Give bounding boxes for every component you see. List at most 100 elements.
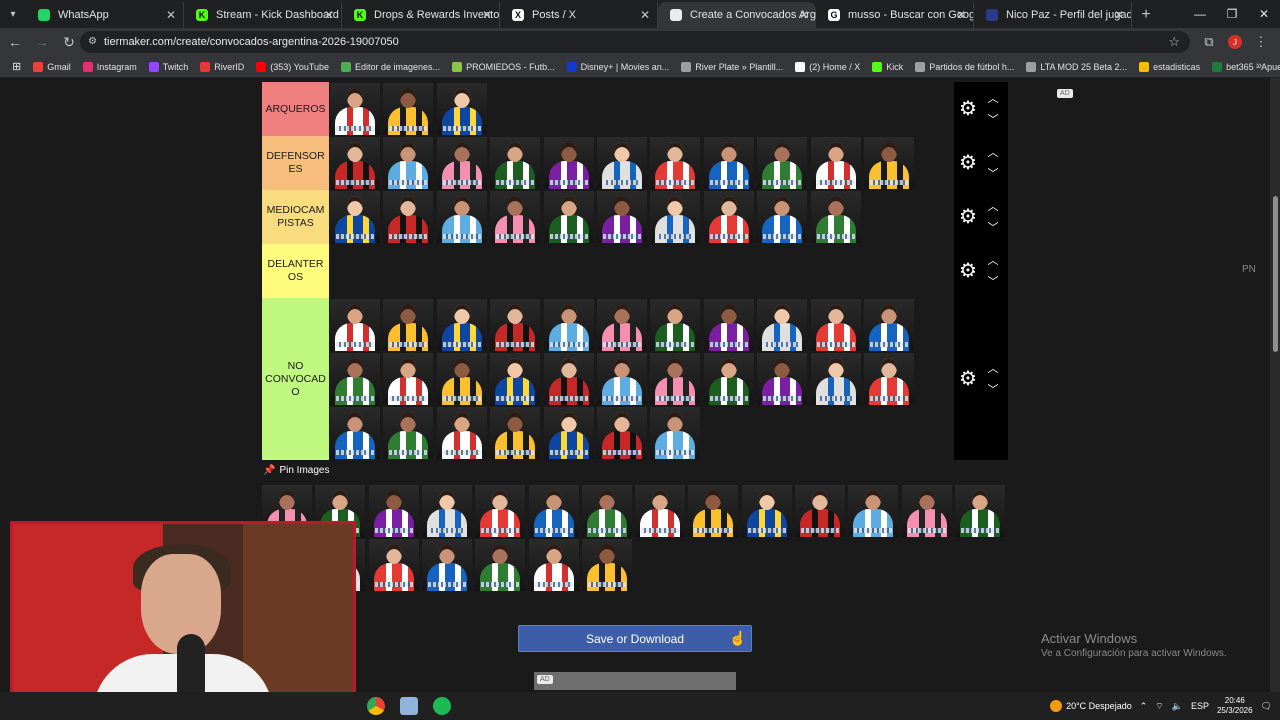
tier-label[interactable]: ARQUEROS: [262, 82, 329, 136]
player-card[interactable]: [436, 83, 487, 135]
reload-icon[interactable]: ↻: [57, 30, 81, 54]
bookmark-item[interactable]: PROMIEDOS - Futb...: [446, 61, 561, 72]
bookmark-item[interactable]: RiverID: [194, 61, 250, 72]
player-card[interactable]: [383, 137, 434, 189]
files-taskbar-icon[interactable]: [400, 697, 418, 715]
bookmark-item[interactable]: Twitch: [143, 61, 195, 72]
bookmark-item[interactable]: River Plate » Plantill...: [675, 61, 789, 72]
player-card[interactable]: [490, 137, 541, 189]
minimize-icon[interactable]: —: [1184, 0, 1216, 28]
tab-close-icon[interactable]: ✕: [956, 8, 966, 22]
tier-drop-zone[interactable]: [329, 82, 954, 136]
restore-icon[interactable]: ❐: [1216, 0, 1248, 28]
player-card[interactable]: [650, 353, 701, 405]
tab-close-icon[interactable]: ✕: [166, 8, 176, 22]
bookmark-item[interactable]: (2) Home / X: [789, 61, 866, 72]
tier-move-up-icon[interactable]: ︿: [986, 144, 1000, 160]
tier-settings-icon[interactable]: ⚙: [958, 261, 978, 281]
player-card[interactable]: [810, 137, 861, 189]
volume-icon[interactable]: 🔈: [1172, 701, 1183, 712]
tier-drop-zone[interactable]: [329, 244, 954, 298]
apps-icon[interactable]: ⊞: [6, 60, 27, 73]
bookmark-item[interactable]: bet365 - Apuestas d...: [1206, 61, 1280, 72]
tier-move-up-icon[interactable]: ︿: [986, 90, 1000, 106]
bookmark-item[interactable]: Disney+ | Movies an...: [561, 61, 676, 72]
tier-move-up-icon[interactable]: ︿: [986, 198, 1000, 214]
tier-settings-icon[interactable]: ⚙: [958, 207, 978, 227]
player-card[interactable]: [330, 83, 380, 135]
player-card[interactable]: [864, 299, 914, 351]
tier-move-down-icon[interactable]: ﹀: [986, 165, 1000, 181]
bookmark-item[interactable]: LTA MOD 25 Beta 2...: [1020, 61, 1133, 72]
player-card[interactable]: [330, 299, 380, 351]
tier-label[interactable]: NO CONVOCAD O: [262, 298, 329, 460]
player-card[interactable]: [650, 191, 701, 243]
tab-0[interactable]: WhatsApp ✕: [26, 2, 184, 28]
new-tab-button[interactable]: +: [1132, 2, 1160, 28]
player-card[interactable]: [757, 299, 808, 351]
player-card[interactable]: [650, 407, 701, 459]
tier-move-up-icon[interactable]: ︿: [986, 252, 1000, 268]
clock[interactable]: 20:46 25/3/2026: [1217, 696, 1253, 716]
player-card[interactable]: [528, 485, 579, 537]
player-card[interactable]: [436, 191, 487, 243]
tab-close-icon[interactable]: ✕: [324, 8, 334, 22]
tab-close-icon[interactable]: ✕: [799, 8, 809, 22]
extensions-icon[interactable]: ⧉: [1198, 31, 1220, 53]
player-card[interactable]: [543, 191, 594, 243]
tier-drop-zone[interactable]: [329, 298, 954, 460]
profile-avatar[interactable]: J: [1228, 35, 1242, 49]
player-card[interactable]: [597, 353, 647, 405]
player-card[interactable]: [490, 353, 541, 405]
tier-move-down-icon[interactable]: ﹀: [986, 219, 1000, 235]
player-card[interactable]: [421, 485, 472, 537]
forward-icon[interactable]: →: [30, 30, 54, 54]
tab-5[interactable]: Gmusso - Buscar con Google ✕: [816, 2, 974, 28]
player-card[interactable]: [436, 407, 487, 459]
player-card[interactable]: [543, 299, 594, 351]
tier-settings-icon[interactable]: ⚙: [958, 99, 978, 119]
bookmark-item[interactable]: Instagram: [77, 61, 143, 72]
player-card[interactable]: [810, 299, 861, 351]
bookmark-item[interactable]: estadisticas: [1133, 61, 1206, 72]
player-card[interactable]: [543, 353, 594, 405]
player-card[interactable]: [810, 191, 861, 243]
player-card[interactable]: [741, 485, 792, 537]
bookmark-item[interactable]: Partidos de fútbol h...: [909, 61, 1020, 72]
spotify-taskbar-icon[interactable]: [433, 697, 451, 715]
wifi-icon[interactable]: ⌔: [1155, 701, 1163, 712]
bookmark-star-icon[interactable]: ☆: [1168, 34, 1180, 50]
bookmark-item[interactable]: Editor de imagenes...: [335, 61, 446, 72]
player-card[interactable]: [383, 407, 434, 459]
player-card[interactable]: [635, 485, 686, 537]
notifications-icon[interactable]: 🗨: [1261, 701, 1272, 712]
player-card[interactable]: [528, 539, 579, 591]
tier-label[interactable]: DELANTER OS: [262, 244, 329, 298]
back-icon[interactable]: ←: [3, 30, 27, 54]
player-card[interactable]: [597, 137, 647, 189]
player-card[interactable]: [330, 407, 380, 459]
player-card[interactable]: [330, 353, 380, 405]
tab-search-icon[interactable]: ▾: [0, 0, 26, 28]
tab-close-icon[interactable]: ✕: [640, 8, 650, 22]
player-card[interactable]: [543, 407, 594, 459]
close-window-icon[interactable]: ✕: [1248, 0, 1280, 28]
weather-widget[interactable]: 20°C Despejado: [1050, 700, 1132, 712]
player-card[interactable]: [581, 485, 632, 537]
chrome-taskbar-icon[interactable]: [367, 697, 385, 715]
tier-move-down-icon[interactable]: ﹀: [986, 111, 1000, 127]
player-card[interactable]: [383, 83, 434, 135]
tier-settings-icon[interactable]: ⚙: [958, 153, 978, 173]
page-scrollbar[interactable]: [1270, 78, 1280, 692]
site-info-icon[interactable]: ⚙: [88, 36, 97, 47]
player-card[interactable]: [757, 137, 808, 189]
tab-close-icon[interactable]: ✕: [482, 8, 492, 22]
player-card[interactable]: [330, 191, 380, 243]
player-card[interactable]: [901, 485, 952, 537]
player-card[interactable]: [421, 539, 472, 591]
tab-6[interactable]: Nico Paz - Perfil del jugador 2✕: [974, 2, 1132, 28]
player-card[interactable]: [436, 299, 487, 351]
player-card[interactable]: [490, 407, 541, 459]
player-card[interactable]: [703, 191, 754, 243]
player-card[interactable]: [475, 485, 526, 537]
